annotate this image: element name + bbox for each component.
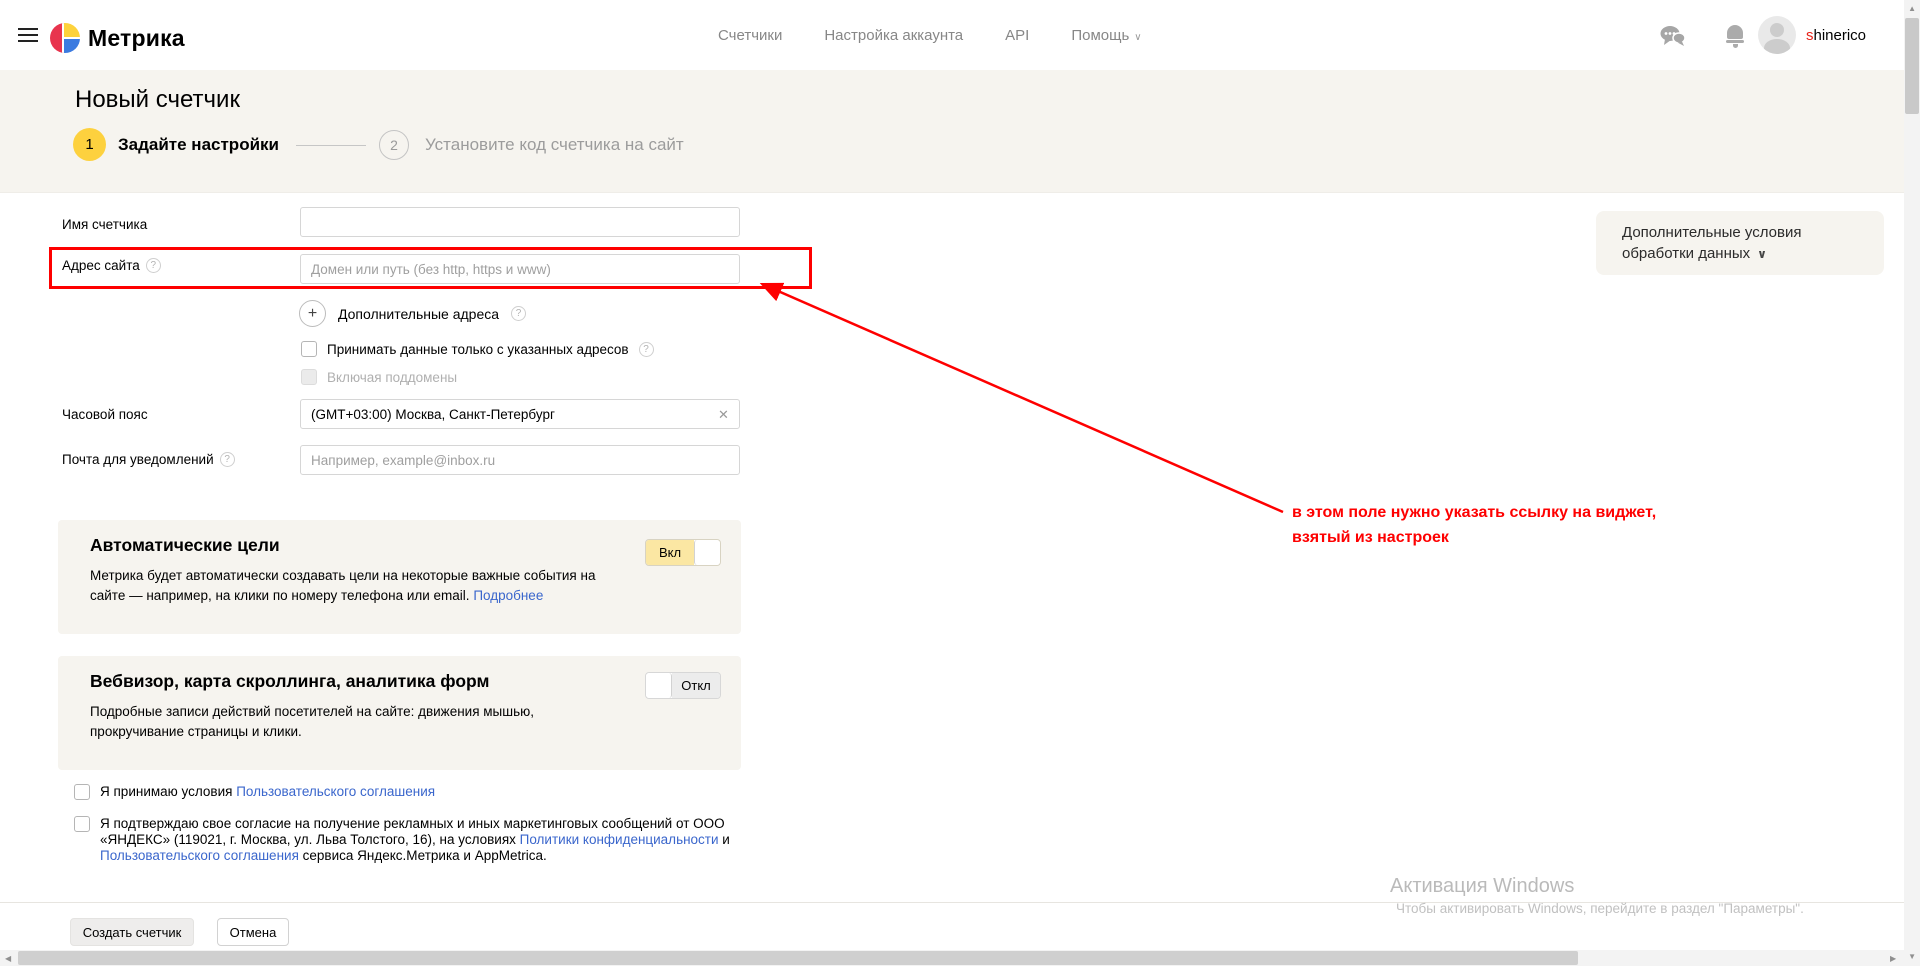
windows-activation-watermark-subtitle: Чтобы активировать Windows, перейдите в … — [1396, 901, 1804, 916]
counter-name-label: Имя счетчика — [62, 217, 147, 232]
auto-goals-section: Автоматические цели Метрика будет автома… — [58, 520, 741, 634]
windows-activation-watermark-title: Активация Windows — [1390, 875, 1574, 898]
webvisor-description: Подробные записи действий посетителей на… — [90, 702, 540, 742]
panel-line2: обработки данных∨ — [1622, 243, 1884, 265]
auto-goals-title: Автоматические цели — [90, 535, 280, 556]
user-agreement-link[interactable]: Пользовательского соглашения — [236, 784, 435, 799]
page-header-band — [0, 70, 1920, 193]
terms-checkbox[interactable] — [74, 784, 90, 800]
top-navigation: Счетчики Настройка аккаунта API Помощь∨ — [718, 0, 1142, 70]
learn-more-link[interactable]: Подробнее — [473, 588, 543, 603]
cancel-button[interactable]: Отмена — [217, 918, 289, 946]
webvisor-section: Вебвизор, карта скроллинга, аналитика фо… — [58, 656, 741, 770]
marketing-text: Я подтверждаю свое согласие на получение… — [100, 816, 732, 864]
step-2-badge: 2 — [379, 130, 409, 160]
user-avatar[interactable] — [1758, 16, 1796, 54]
help-question-icon[interactable]: ? — [220, 452, 235, 467]
toggle-on-label: Вкл — [646, 540, 694, 565]
counter-name-input[interactable] — [300, 207, 740, 237]
yandex-metrica-new-counter-page: Метрика Счетчики Настройка аккаунта API … — [0, 0, 1920, 966]
help-question-icon[interactable]: ? — [146, 258, 161, 273]
horizontal-scrollbar-thumb[interactable] — [18, 951, 1578, 965]
terms-text: Я принимаю условия Пользовательского сог… — [100, 784, 732, 800]
add-additional-addresses-button[interactable]: + Дополнительные адреса ? — [299, 300, 526, 327]
step-2-label: Установите код счетчика на сайт — [425, 135, 684, 155]
accept-only-label: Принимать данные только с указанных адре… — [327, 342, 629, 357]
subdomains-row: Включая поддомены — [301, 369, 457, 385]
help-question-icon[interactable]: ? — [639, 342, 654, 357]
privacy-policy-link[interactable]: Политики конфиденциальности — [520, 832, 719, 847]
chevron-down-icon: ∨ — [1134, 32, 1141, 43]
nav-help[interactable]: Помощь∨ — [1071, 27, 1141, 44]
vertical-scrollbar[interactable]: ▲ ▼ — [1904, 0, 1920, 966]
email-label: Почта для уведомлений — [62, 452, 214, 467]
email-label-row: Почта для уведомлений ? — [62, 452, 235, 467]
webvisor-title: Вебвизор, карта скроллинга, аналитика фо… — [90, 671, 489, 692]
vertical-scrollbar-thumb[interactable] — [1905, 18, 1919, 114]
scroll-left-icon[interactable]: ◀ — [5, 954, 11, 963]
hamburger-menu-icon[interactable] — [18, 28, 40, 44]
timezone-input[interactable] — [300, 399, 740, 429]
scroll-up-icon[interactable]: ▲ — [1908, 4, 1916, 13]
auto-goals-toggle[interactable]: Вкл — [645, 539, 721, 566]
panel-line1: Дополнительные условия — [1622, 222, 1884, 243]
annotation-note: в этом поле нужно указать ссылку на видж… — [1292, 500, 1656, 550]
subdomains-checkbox-disabled — [301, 369, 317, 385]
username[interactable]: shinerico — [1806, 0, 1866, 70]
nav-counters[interactable]: Счетчики — [718, 27, 782, 44]
logo-wordmark[interactable]: Метрика — [88, 25, 185, 52]
site-address-label: Адрес сайта — [62, 258, 140, 273]
metrica-logo-icon[interactable] — [50, 23, 80, 53]
avatar-head — [1770, 23, 1784, 37]
top-header: Метрика Счетчики Настройка аккаунта API … — [0, 0, 1920, 70]
marketing-agreement-row: Я подтверждаю свое согласие на получение… — [74, 816, 732, 864]
logo-yellow-segment — [64, 23, 80, 39]
notifications-bell-icon[interactable] — [1726, 23, 1744, 47]
page-title: Новый счетчик — [75, 86, 240, 114]
nav-api[interactable]: API — [1005, 27, 1029, 44]
toggle-knob — [646, 673, 672, 698]
logo-blue-segment — [64, 39, 80, 53]
clear-icon[interactable]: ✕ — [718, 407, 729, 423]
email-input[interactable] — [300, 445, 740, 475]
accept-only-row: Принимать данные только с указанных адре… — [301, 341, 654, 357]
step-connector-line — [296, 145, 366, 146]
additional-data-terms-panel[interactable]: Дополнительные условия обработки данных∨ — [1596, 211, 1884, 275]
scroll-down-icon[interactable]: ▼ — [1908, 952, 1916, 961]
site-address-input[interactable] — [300, 254, 740, 284]
scroll-right-icon[interactable]: ▶ — [1890, 954, 1896, 963]
horizontal-scrollbar[interactable] — [0, 950, 1904, 966]
auto-goals-description: Метрика будет автоматически создавать це… — [90, 566, 610, 606]
feedback-chat-icon[interactable] — [1660, 25, 1686, 47]
create-counter-button[interactable]: Создать счетчик — [70, 918, 194, 946]
accept-only-checkbox[interactable] — [301, 341, 317, 357]
terms-agreement-row: Я принимаю условия Пользовательского сог… — [74, 784, 732, 800]
nav-account-settings[interactable]: Настройка аккаунта — [824, 27, 963, 44]
avatar-shoulders — [1764, 39, 1790, 54]
chevron-down-icon: ∨ — [1757, 247, 1767, 261]
user-agreement-link[interactable]: Пользовательского соглашения — [100, 848, 299, 863]
step-1-label: Задайте настройки — [118, 135, 279, 155]
additional-addresses-label: Дополнительные адреса — [338, 306, 499, 322]
timezone-label: Часовой пояс — [62, 407, 148, 422]
webvisor-toggle[interactable]: Откл — [645, 672, 721, 699]
help-question-icon[interactable]: ? — [511, 306, 526, 321]
plus-icon: + — [299, 300, 326, 327]
subdomains-label: Включая поддомены — [327, 370, 457, 385]
marketing-checkbox[interactable] — [74, 816, 90, 832]
step-1-badge: 1 — [73, 128, 106, 161]
site-address-label-row: Адрес сайта ? — [62, 258, 161, 273]
logo-red-segment — [50, 23, 64, 53]
toggle-off-label: Откл — [672, 673, 720, 698]
toggle-knob — [694, 540, 720, 565]
